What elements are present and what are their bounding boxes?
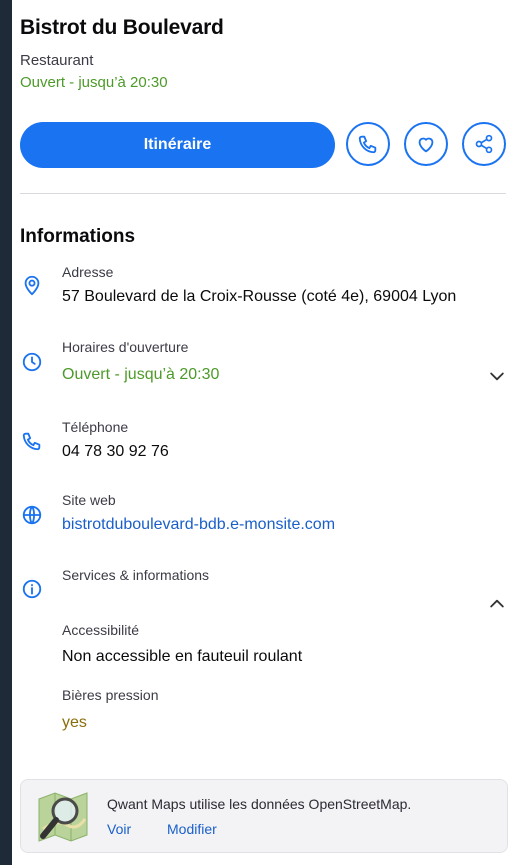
phone-label: Téléphone [62,419,129,435]
address-label: Adresse [62,264,114,280]
directions-button[interactable]: Itinéraire [20,122,335,168]
divider [20,193,506,194]
accessibility-label: Accessibilité [62,622,140,638]
view-link[interactable]: Voir [107,821,131,837]
info-section-title: Informations [20,226,136,247]
chevron-down-icon[interactable] [487,366,507,386]
share-button[interactable] [462,122,506,166]
draft-beer-label: Bières pression [62,687,159,703]
globe-icon [22,505,42,525]
place-panel: Bistrot du Boulevard Restaurant Ouvert -… [12,0,515,865]
address-value: 57 Boulevard de la Croix-Rousse (coté 4e… [62,288,457,305]
phone-value[interactable]: 04 78 30 92 76 [62,443,169,461]
openstreetmap-logo-icon [38,792,88,842]
open-status: Ouvert - jusqu’à 20:30 [20,74,168,91]
services-label: Services & informations [62,567,210,583]
hours-label: Horaires d'ouverture [62,339,189,355]
accessibility-value: Non accessible en fauteuil roulant [62,648,303,665]
phone-icon [358,135,377,154]
call-button[interactable] [346,122,390,166]
phone-icon [22,432,41,451]
share-icon [475,134,493,154]
place-name: Bistrot du Boulevard [20,16,224,39]
website-link[interactable]: bistrotduboulevard-bdb.e-monsite.com [62,516,335,534]
favorite-button[interactable] [404,122,448,166]
hours-value: Ouvert - jusqu’à 20:30 [62,366,220,383]
place-category: Restaurant [20,52,94,69]
osm-attribution-card: Qwant Maps utilise les données OpenStree… [20,779,508,853]
website-label: Site web [62,492,116,508]
edit-link[interactable]: Modifier [167,821,217,837]
heart-icon [418,137,434,153]
info-icon [22,579,42,599]
chevron-up-icon[interactable] [487,594,507,614]
attribution-text: Qwant Maps utilise les données OpenStree… [107,796,412,812]
draft-beer-value: yes [62,714,87,731]
clock-icon [22,352,42,372]
location-pin-icon [24,275,40,296]
